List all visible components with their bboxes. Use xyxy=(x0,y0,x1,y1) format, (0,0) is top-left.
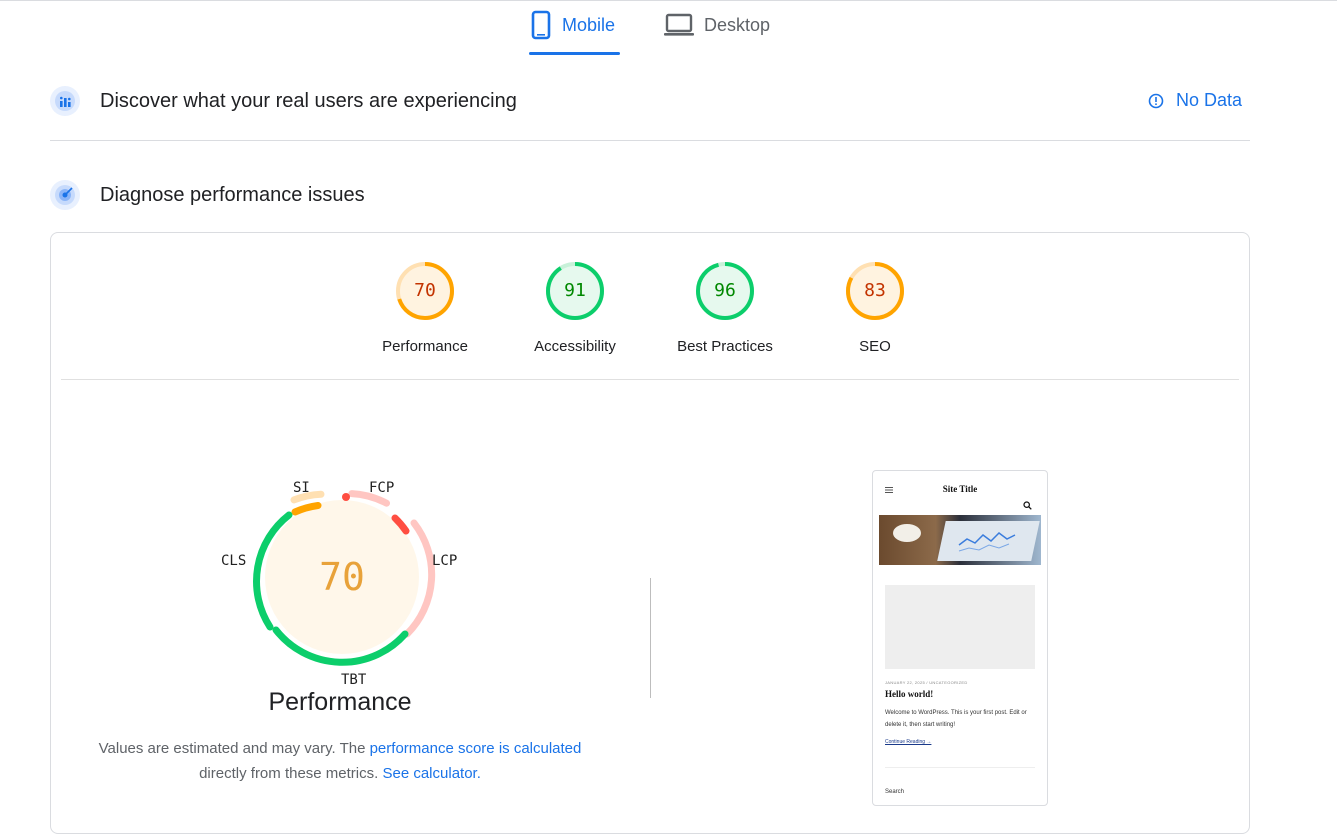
tab-desktop-label: Desktop xyxy=(704,14,771,35)
info-icon xyxy=(1148,93,1164,108)
gauge-performance[interactable]: 70 Performance xyxy=(370,260,480,355)
field-data-title: Discover what your real users are experi… xyxy=(100,89,517,112)
site-title: Site Title xyxy=(942,484,978,494)
diagnose-header: Diagnose performance issues xyxy=(50,180,365,210)
see-calculator-link[interactable]: See calculator. xyxy=(382,765,480,782)
gauge-label: Performance xyxy=(382,338,468,355)
users-chart-icon xyxy=(50,86,80,116)
performance-score: 70 xyxy=(319,555,365,599)
metric-label-fcp: FCP xyxy=(369,480,395,496)
gauge-ring: 96 xyxy=(694,260,756,322)
estimate-note: Values are estimated and may vary. The p… xyxy=(90,736,590,786)
tab-mobile-label: Mobile xyxy=(562,14,616,35)
gauge-seo[interactable]: 83 SEO xyxy=(820,260,930,355)
no-data-link[interactable]: No Data xyxy=(1148,90,1242,111)
tab-mobile[interactable]: Mobile xyxy=(530,10,615,40)
laptop-icon xyxy=(664,13,694,36)
gauge-ring: 70 xyxy=(394,260,456,322)
mobile-phone-icon xyxy=(531,10,551,40)
score-calculated-link[interactable]: performance score is calculated xyxy=(370,740,582,757)
tab-desktop[interactable]: Desktop xyxy=(664,10,770,40)
top-border xyxy=(0,0,1337,1)
continue-reading-link: Continue Reading → xyxy=(885,739,932,745)
diagnose-title: Diagnose performance issues xyxy=(100,183,365,206)
post-excerpt: Welcome to WordPress. This is your first… xyxy=(885,710,1027,728)
gauge-ring: 83 xyxy=(844,260,906,322)
image-placeholder xyxy=(885,585,1035,669)
screenshot-divider xyxy=(885,767,1035,768)
metric-label-cls: CLS xyxy=(221,553,247,569)
gauges-divider xyxy=(61,379,1239,380)
section-divider xyxy=(50,140,1250,141)
target-icon xyxy=(50,180,80,210)
gauge-value: 91 xyxy=(564,280,586,301)
search-widget-label: Search xyxy=(885,789,905,795)
note-text-2: directly from these metrics. xyxy=(199,765,379,782)
field-data-header: Discover what your real users are experi… xyxy=(50,86,517,116)
gauge-label: Accessibility xyxy=(534,338,616,355)
metric-label-si: SI xyxy=(293,480,310,496)
metric-label-tbt: TBT xyxy=(341,672,367,688)
gauge-value: 70 xyxy=(414,280,436,301)
score-gauges: 70 Performance 91 Accessibility 96 Best … xyxy=(0,260,1337,370)
post-meta: JANUARY 22, 2025 / UNCATEGORIZED xyxy=(885,680,968,685)
performance-title: Performance xyxy=(268,688,412,716)
post-title: Hello world! xyxy=(885,689,934,699)
gauge-label: SEO xyxy=(859,338,891,355)
gauge-value: 96 xyxy=(714,280,736,301)
page-screenshot: Site Title JANUARY 22, 2025 / UNCATEGORI… xyxy=(872,470,1048,806)
vertical-divider xyxy=(650,578,651,698)
gauge-value: 83 xyxy=(864,280,886,301)
gauge-label: Best Practices xyxy=(677,338,773,355)
hero-image xyxy=(879,515,1041,565)
no-data-label: No Data xyxy=(1176,90,1243,110)
metric-label-lcp: LCP xyxy=(432,553,458,569)
gauge-ring: 91 xyxy=(544,260,606,322)
gauge-accessibility[interactable]: 91 Accessibility xyxy=(520,260,630,355)
search-icon xyxy=(1023,501,1032,510)
gauge-best-practices[interactable]: 96 Best Practices xyxy=(670,260,780,355)
active-tab-indicator xyxy=(529,52,620,55)
note-text-1: Values are estimated and may vary. The xyxy=(98,740,370,757)
